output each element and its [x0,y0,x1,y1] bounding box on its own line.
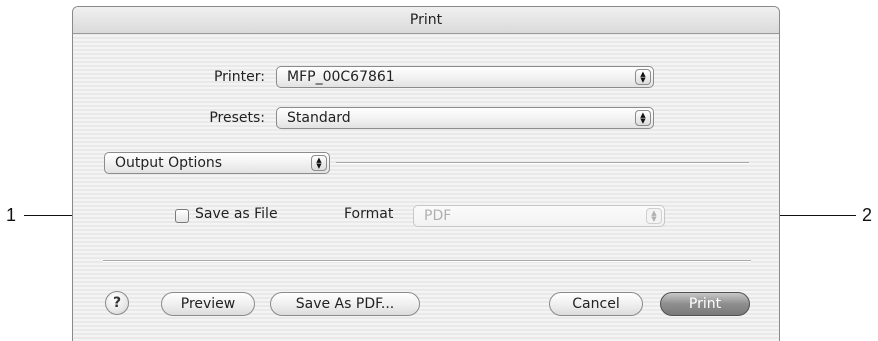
format-label: Format [344,206,394,222]
print-dialog: Print Printer: MFP_00C67861 ▲ ▼ Presets: … [72,6,780,341]
presets-label: Presets: [209,110,265,126]
figure: 1 2 Print Printer: MFP_00C67861 ▲ ▼ Prese… [0,0,878,341]
pane-separator [336,162,749,163]
help-button[interactable]: ? [105,291,129,315]
print-button[interactable]: Print [660,292,750,316]
cancel-button[interactable]: Cancel [549,292,643,316]
up-down-arrows-icon: ▲ ▼ [635,110,651,126]
callout-number-1: 1 [6,205,17,225]
up-down-arrows-icon: ▲ ▼ [635,69,651,85]
format-popup[interactable]: PDF ▲ ▼ [413,205,665,227]
save-as-file-checkbox[interactable] [175,209,189,223]
printer-popup-value: MFP_00C67861 [287,69,395,85]
printer-popup[interactable]: MFP_00C67861 ▲ ▼ [276,66,654,88]
bottom-separator [103,260,751,261]
callout-number-2: 2 [862,205,873,225]
question-mark-icon: ? [112,295,122,311]
up-down-arrows-icon: ▲ ▼ [646,208,662,224]
presets-popup-value: Standard [287,110,351,126]
format-popup-value: PDF [424,208,452,224]
preview-button[interactable]: Preview [161,292,255,316]
save-as-pdf-button[interactable]: Save As PDF... [270,292,420,316]
up-down-arrows-icon: ▲ ▼ [311,155,327,171]
pane-selector-value: Output Options [115,155,223,171]
printer-label: Printer: [213,69,265,85]
dialog-title: Print [73,7,779,34]
presets-popup[interactable]: Standard ▲ ▼ [276,107,654,129]
pane-selector-popup[interactable]: Output Options ▲ ▼ [104,152,330,174]
save-as-file-label[interactable]: Save as File [195,206,278,222]
